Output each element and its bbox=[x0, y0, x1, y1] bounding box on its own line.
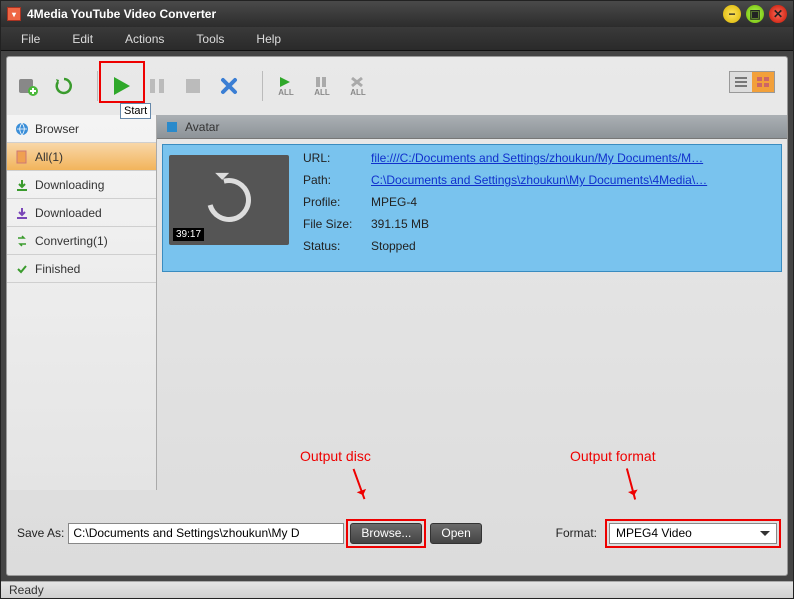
list-icon bbox=[734, 76, 748, 88]
status-value: Stopped bbox=[371, 239, 775, 253]
pause-all-button[interactable]: ALL bbox=[309, 73, 335, 99]
video-duration: 39:17 bbox=[173, 228, 204, 241]
profile-label: Profile: bbox=[303, 195, 371, 209]
tab-indicator bbox=[167, 122, 177, 132]
format-label: Format: bbox=[556, 526, 597, 540]
annotation-browse-box: Browse... bbox=[346, 519, 426, 548]
maximize-button[interactable]: ▣ bbox=[746, 5, 764, 23]
check-icon bbox=[15, 262, 29, 276]
view-mode-toggle bbox=[729, 71, 775, 93]
menu-actions[interactable]: Actions bbox=[109, 29, 180, 49]
status-bar: Ready bbox=[1, 581, 793, 598]
sidebar-label: Browser bbox=[35, 122, 79, 136]
sidebar-label: Downloading bbox=[35, 178, 104, 192]
grid-view-button[interactable] bbox=[752, 72, 774, 92]
annotation-format-box: MPEG4 Video bbox=[605, 519, 781, 548]
browse-button[interactable]: Browse... bbox=[350, 523, 422, 544]
sidebar: Browser All(1) Downloading Downloaded Co… bbox=[7, 115, 157, 490]
download-icon bbox=[15, 178, 29, 192]
remove-all-button[interactable]: ALL bbox=[345, 73, 371, 99]
saveas-label: Save As: bbox=[17, 526, 64, 540]
size-label: File Size: bbox=[303, 217, 371, 231]
annotation-output-format: Output format bbox=[570, 448, 656, 464]
open-button[interactable]: Open bbox=[430, 523, 481, 544]
convert-icon bbox=[15, 234, 29, 248]
path-label: Path: bbox=[303, 173, 371, 187]
video-item[interactable]: 39:17 URL:file:///C:/Documents and Setti… bbox=[162, 144, 782, 272]
page-icon bbox=[15, 150, 29, 164]
title-bar[interactable]: ▾ 4Media YouTube Video Converter − ▣ ✕ bbox=[1, 1, 793, 27]
app-icon: ▾ bbox=[7, 7, 21, 21]
footer-bar: Save As: Browse... Open Format: MPEG4 Vi… bbox=[13, 515, 781, 551]
url-value[interactable]: file:///C:/Documents and Settings/zhouku… bbox=[371, 151, 775, 165]
status-label: Status: bbox=[303, 239, 371, 253]
sidebar-item-browser[interactable]: Browser bbox=[7, 115, 156, 143]
url-label: URL: bbox=[303, 151, 371, 165]
annotation-output-disc: Output disc bbox=[300, 448, 371, 464]
format-select[interactable]: MPEG4 Video bbox=[609, 523, 777, 544]
menu-help[interactable]: Help bbox=[240, 29, 297, 49]
reload-icon bbox=[199, 170, 259, 230]
profile-value: MPEG-4 bbox=[371, 195, 775, 209]
window-title: 4Media YouTube Video Converter bbox=[27, 7, 718, 21]
stop-button[interactable] bbox=[180, 73, 206, 99]
video-thumbnail[interactable]: 39:17 bbox=[169, 155, 289, 245]
format-value: MPEG4 Video bbox=[616, 526, 692, 540]
tab-bar: Avatar bbox=[157, 115, 787, 139]
globe-icon bbox=[15, 122, 29, 136]
sidebar-label: All(1) bbox=[35, 150, 63, 164]
list-view-button[interactable] bbox=[730, 72, 752, 92]
sidebar-item-finished[interactable]: Finished bbox=[7, 255, 156, 283]
menu-file[interactable]: File bbox=[5, 29, 56, 49]
sidebar-label: Converting(1) bbox=[35, 234, 108, 248]
refresh-button[interactable] bbox=[51, 73, 77, 99]
item-list: 39:17 URL:file:///C:/Documents and Setti… bbox=[157, 139, 787, 277]
size-value: 391.15 MB bbox=[371, 217, 775, 231]
tab-title: Avatar bbox=[185, 120, 219, 134]
sidebar-item-all[interactable]: All(1) bbox=[7, 143, 156, 171]
sidebar-item-downloading[interactable]: Downloading bbox=[7, 171, 156, 199]
sidebar-item-downloaded[interactable]: Downloaded bbox=[7, 199, 156, 227]
menu-bar: File Edit Actions Tools Help bbox=[1, 27, 793, 51]
path-value[interactable]: C:\Documents and Settings\zhoukun\My Doc… bbox=[371, 173, 775, 187]
menu-edit[interactable]: Edit bbox=[56, 29, 109, 49]
sidebar-label: Downloaded bbox=[35, 206, 102, 220]
remove-button[interactable] bbox=[216, 73, 242, 99]
grid-icon bbox=[756, 76, 770, 88]
start-all-button[interactable]: ALL bbox=[273, 73, 299, 99]
app-window: ▾ 4Media YouTube Video Converter − ▣ ✕ F… bbox=[0, 0, 794, 599]
close-button[interactable]: ✕ bbox=[769, 5, 787, 23]
minimize-button[interactable]: − bbox=[723, 5, 741, 23]
sidebar-label: Finished bbox=[35, 262, 80, 276]
status-text: Ready bbox=[9, 583, 44, 597]
content-area: ALL ALL ALL bbox=[6, 56, 788, 576]
pause-button[interactable] bbox=[144, 73, 170, 99]
sidebar-item-converting[interactable]: Converting(1) bbox=[7, 227, 156, 255]
main-body: Browser All(1) Downloading Downloaded Co… bbox=[7, 115, 787, 490]
menu-tools[interactable]: Tools bbox=[180, 29, 240, 49]
main-panel: Avatar 39:17 URL:file:///C:/Documents an… bbox=[157, 115, 787, 490]
annotation-start-box bbox=[99, 61, 145, 103]
saveas-input[interactable] bbox=[68, 523, 344, 544]
annotation-start-hint: Start bbox=[120, 103, 151, 119]
downloaded-icon bbox=[15, 206, 29, 220]
video-metadata: URL:file:///C:/Documents and Settings/zh… bbox=[303, 151, 775, 265]
new-task-button[interactable] bbox=[15, 73, 41, 99]
